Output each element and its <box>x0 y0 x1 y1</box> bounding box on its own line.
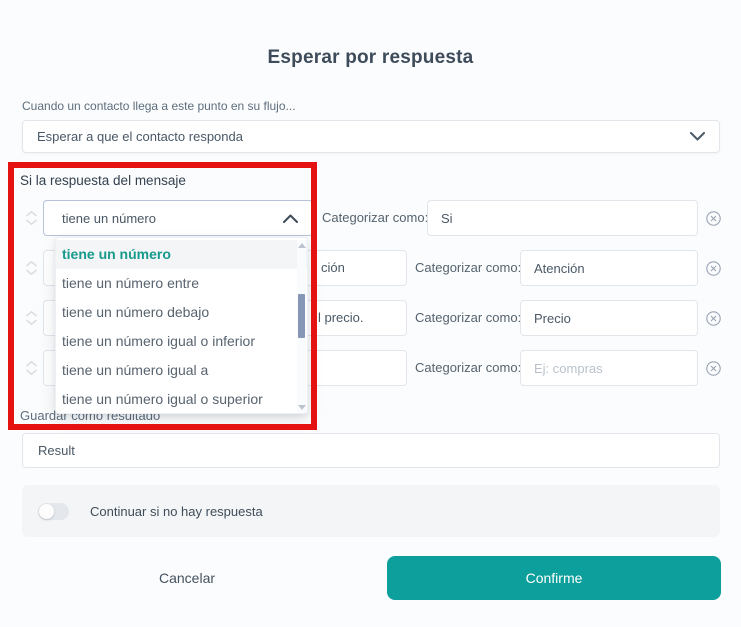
category-input[interactable] <box>520 300 698 336</box>
scroll-up-icon[interactable] <box>298 243 306 248</box>
dropdown-option[interactable]: tiene un número igual o superior <box>56 385 307 413</box>
categorize-label: Categorizar como: <box>322 210 429 225</box>
result-input[interactable] <box>22 433 720 468</box>
section-label: Si la respuesta del mensaje <box>20 173 186 188</box>
no-reply-panel: Continuar si no hay respuesta <box>22 485 720 537</box>
scrollbar-thumb[interactable] <box>298 294 305 338</box>
category-input[interactable] <box>520 350 698 386</box>
confirm-button[interactable]: Confirme <box>387 556 721 600</box>
dropdown-scrollbar[interactable] <box>297 240 306 413</box>
condition-select-open[interactable]: tiene un número <box>43 200 313 236</box>
categorize-label: Categorizar como: <box>415 260 522 275</box>
category-input[interactable] <box>427 200 698 236</box>
remove-row-icon[interactable] <box>706 211 721 226</box>
drag-handle-icon[interactable] <box>25 311 38 325</box>
scroll-down-icon[interactable] <box>298 405 306 410</box>
drag-handle-icon[interactable] <box>25 361 38 375</box>
no-reply-toggle-label: Continuar si no hay respuesta <box>90 503 263 519</box>
cancel-button[interactable]: Cancelar <box>87 556 287 600</box>
condition-dropdown-menu: tiene un número tiene un número entre ti… <box>55 237 308 414</box>
remove-row-icon[interactable] <box>706 361 721 376</box>
remove-row-icon[interactable] <box>706 311 721 326</box>
drag-handle-icon[interactable] <box>25 211 38 225</box>
chevron-down-icon <box>690 132 705 141</box>
dropdown-option[interactable]: tiene un número entre <box>56 269 307 298</box>
match-value-text: ción <box>321 260 345 275</box>
flow-label: Cuando un contacto llega a este punto en… <box>22 99 296 113</box>
condition-row: tiene un número Categorizar como: <box>0 200 741 236</box>
wait-action-select[interactable]: Esperar a que el contacto responda <box>22 120 720 153</box>
match-value-text: l precio. <box>318 310 364 325</box>
dropdown-option[interactable]: tiene un número debajo <box>56 298 307 327</box>
page-title: Esperar por respuesta <box>267 47 474 68</box>
category-input[interactable] <box>520 250 698 286</box>
dropdown-option-selected[interactable]: tiene un número <box>56 240 307 269</box>
condition-select-value: tiene un número <box>62 210 156 226</box>
toggle-knob <box>39 503 54 519</box>
dropdown-option[interactable]: tiene un número igual o inferior <box>56 327 307 356</box>
dropdown-option[interactable]: tiene un número igual a <box>56 356 307 385</box>
chevron-up-icon <box>283 214 298 223</box>
categorize-label: Categorizar como: <box>415 360 522 375</box>
drag-handle-icon[interactable] <box>25 261 38 275</box>
wait-action-select-value: Esperar a que el contacto responda <box>37 129 243 144</box>
remove-row-icon[interactable] <box>706 261 721 276</box>
categorize-label: Categorizar como: <box>415 310 522 325</box>
no-reply-toggle[interactable] <box>38 502 69 520</box>
